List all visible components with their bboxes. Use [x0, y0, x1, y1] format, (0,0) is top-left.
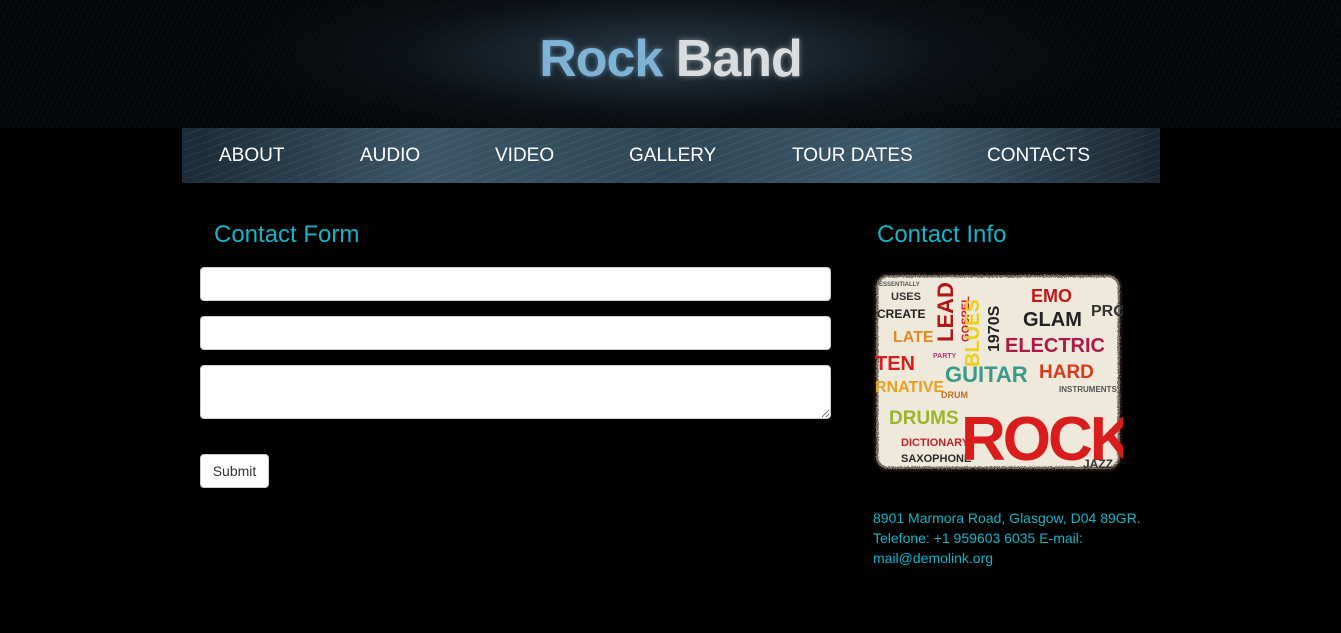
collage-word: ELECTRIC	[1005, 335, 1105, 357]
collage-word: ESSENTIALLY	[879, 282, 920, 288]
name-input[interactable]	[200, 267, 831, 301]
message-textarea[interactable]	[200, 365, 831, 419]
nav-item-gallery[interactable]: GALLERY	[629, 128, 716, 183]
submit-button[interactable]: Submit	[200, 454, 269, 488]
collage-word: RNATIVE	[875, 379, 944, 396]
collage-word: LATE	[893, 329, 934, 346]
main-nav: ABOUT AUDIO VIDEO GALLERY TOUR DATES CON…	[182, 128, 1160, 183]
rock-word-collage-image: ESSENTIALLY USES CREATE LATE TEN RNATIVE…	[873, 272, 1123, 472]
collage-word: DRUMS	[889, 408, 959, 429]
collage-word: DICTIONARY	[901, 437, 970, 449]
telephone-line: Telefone: +1 959603 6035 E-mail:	[873, 530, 1083, 546]
collage-word: HARD	[1039, 362, 1094, 383]
page: Rock Band ABOUT AUDIO VIDEO GALLERY TOUR…	[0, 0, 1341, 633]
collage-word: LEAD	[933, 282, 958, 342]
logo-word-rock: Rock	[539, 30, 663, 88]
collage-word: PRO	[1091, 303, 1123, 320]
collage-word: PARTY	[933, 353, 957, 360]
collage-word: 1970S	[986, 305, 1003, 352]
collage-word: CREATE	[877, 307, 925, 321]
logo-word-band: Band	[675, 30, 803, 88]
email-input[interactable]	[200, 316, 831, 350]
collage-word: DRUM	[941, 390, 968, 400]
email-link[interactable]: mail@demolink.org	[873, 550, 993, 566]
nav-item-video[interactable]: VIDEO	[495, 128, 554, 183]
contact-address-block: 8901 Marmora Road, Glasgow, D04 89GR. Te…	[873, 508, 1153, 568]
nav-item-about[interactable]: ABOUT	[219, 128, 284, 183]
collage-word: JAZZ	[1083, 457, 1113, 471]
contact-form-title: Contact Form	[214, 221, 360, 248]
collage-word: GUITAR	[945, 362, 1028, 387]
nav-item-audio[interactable]: AUDIO	[360, 128, 420, 183]
nav-item-contacts[interactable]: CONTACTS	[987, 128, 1090, 183]
contact-info-title: Contact Info	[877, 221, 1007, 248]
address-line: 8901 Marmora Road, Glasgow, D04 89GR.	[873, 510, 1141, 526]
collage-word: USES	[891, 291, 921, 303]
collage-word: BLUES	[962, 299, 984, 367]
header: Rock Band	[0, 0, 1341, 128]
collage-word: TEN	[875, 353, 915, 375]
site-logo[interactable]: Rock Band	[0, 28, 1341, 90]
collage-word: EMO	[1031, 286, 1072, 306]
collage-word: INSTRUMENTS	[1059, 385, 1117, 394]
nav-item-tour-dates[interactable]: TOUR DATES	[792, 128, 913, 183]
collage-word: GLAM	[1023, 309, 1082, 331]
